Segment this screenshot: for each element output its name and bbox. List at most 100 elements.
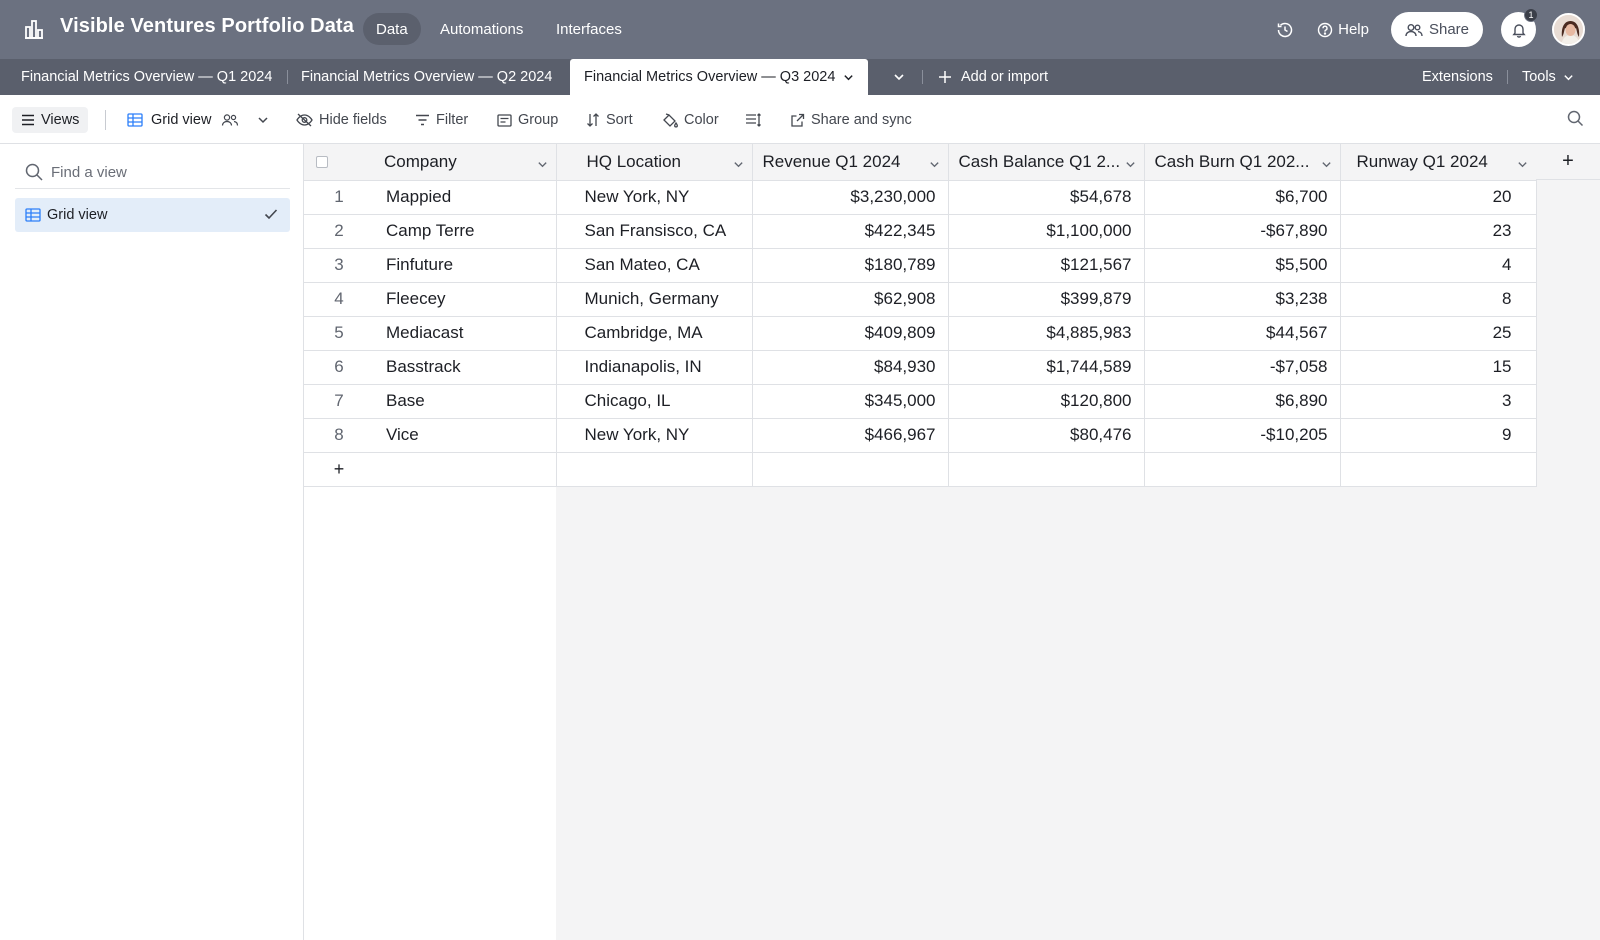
- base-title[interactable]: Visible Ventures Portfolio Data: [60, 15, 374, 38]
- cell-cash-burn[interactable]: $3,238: [1144, 282, 1341, 317]
- cell-cash-balance[interactable]: $399,879: [948, 282, 1145, 317]
- select-all-checkbox[interactable]: [316, 156, 328, 169]
- cell-hq-location[interactable]: Munich, Germany: [556, 282, 753, 317]
- table-row[interactable]: 3 Finfuture San Mateo, CA $180,789 $121,…: [304, 248, 1537, 283]
- cell-runway[interactable]: 4: [1340, 248, 1537, 283]
- chevron-down-icon[interactable]: [1321, 159, 1332, 170]
- cell-revenue[interactable]: $422,345: [752, 214, 949, 249]
- cell-company[interactable]: Finfuture: [374, 248, 557, 283]
- tab-q1-2024[interactable]: Financial Metrics Overview — Q1 2024: [21, 59, 272, 95]
- cell-cash-burn[interactable]: -$67,890: [1144, 214, 1341, 249]
- column-header-company[interactable]: Company: [374, 144, 557, 181]
- view-switcher[interactable]: Grid view: [127, 107, 275, 133]
- cell-cash-balance[interactable]: $120,800: [948, 384, 1145, 419]
- cell-hq-location[interactable]: Chicago, IL: [556, 384, 753, 419]
- cell-revenue[interactable]: $466,967: [752, 418, 949, 453]
- chevron-down-icon[interactable]: [1125, 159, 1136, 170]
- add-record-button[interactable]: +: [304, 452, 374, 487]
- search-icon[interactable]: [1567, 110, 1584, 132]
- cell-cash-balance[interactable]: $1,744,589: [948, 350, 1145, 385]
- tools-button[interactable]: Tools: [1522, 69, 1574, 85]
- cell-hq-location[interactable]: San Mateo, CA: [556, 248, 753, 283]
- chevron-down-icon[interactable]: [537, 159, 548, 170]
- hide-fields-button[interactable]: Hide fields: [296, 107, 387, 133]
- cell-cash-balance[interactable]: $54,678: [948, 180, 1145, 215]
- table-row[interactable]: 2 Camp Terre San Fransisco, CA $422,345 …: [304, 214, 1537, 249]
- cell-company[interactable]: Mediacast: [374, 316, 557, 351]
- cell-cash-burn[interactable]: $5,500: [1144, 248, 1341, 283]
- cell-revenue[interactable]: $345,000: [752, 384, 949, 419]
- cell-cash-burn[interactable]: -$7,058: [1144, 350, 1341, 385]
- table-row[interactable]: 6 Basstrack Indianapolis, IN $84,930 $1,…: [304, 350, 1537, 385]
- sidebar-view-grid[interactable]: Grid view: [15, 198, 290, 232]
- tab-q2-2024[interactable]: Financial Metrics Overview — Q2 2024: [301, 59, 552, 95]
- cell-hq-location[interactable]: New York, NY: [556, 180, 753, 215]
- help-button[interactable]: Help: [1317, 21, 1369, 38]
- cell-hq-location[interactable]: San Fransisco, CA: [556, 214, 753, 249]
- sort-button[interactable]: Sort: [586, 107, 633, 133]
- cell-runway[interactable]: 15: [1340, 350, 1537, 385]
- cell-revenue[interactable]: $62,908: [752, 282, 949, 317]
- cell-cash-balance[interactable]: $121,567: [948, 248, 1145, 283]
- extensions-button[interactable]: Extensions: [1422, 69, 1493, 85]
- cell-runway[interactable]: 23: [1340, 214, 1537, 249]
- cell-cash-burn[interactable]: $6,890: [1144, 384, 1341, 419]
- cell-cash-burn[interactable]: $6,700: [1144, 180, 1341, 215]
- column-header-cash-balance[interactable]: Cash Balance Q1 2...: [948, 144, 1145, 181]
- cell-runway[interactable]: 9: [1340, 418, 1537, 453]
- share-and-sync-button[interactable]: Share and sync: [790, 107, 912, 133]
- user-avatar[interactable]: [1552, 13, 1585, 46]
- color-button[interactable]: Color: [662, 107, 719, 133]
- history-icon[interactable]: [1271, 16, 1299, 44]
- row-height-button[interactable]: [745, 107, 768, 133]
- notifications-button[interactable]: 1: [1501, 8, 1538, 47]
- cell-runway[interactable]: 20: [1340, 180, 1537, 215]
- cell-cash-balance[interactable]: $4,885,983: [948, 316, 1145, 351]
- cell-company[interactable]: Mappied: [374, 180, 557, 215]
- table-row[interactable]: 1 Mappied New York, NY $3,230,000 $54,67…: [304, 180, 1537, 215]
- chevron-down-icon[interactable]: [929, 159, 940, 170]
- all-tables-dropdown[interactable]: [893, 59, 905, 95]
- cell-cash-burn[interactable]: -$10,205: [1144, 418, 1341, 453]
- cell-revenue[interactable]: $3,230,000: [752, 180, 949, 215]
- share-button[interactable]: Share: [1390, 12, 1483, 47]
- cell-runway[interactable]: 25: [1340, 316, 1537, 351]
- cell-revenue[interactable]: $84,930: [752, 350, 949, 385]
- cell-hq-location[interactable]: Cambridge, MA: [556, 316, 753, 351]
- cell-hq-location[interactable]: Indianapolis, IN: [556, 350, 753, 385]
- add-record-row[interactable]: +: [304, 452, 1537, 487]
- cell-revenue[interactable]: $409,809: [752, 316, 949, 351]
- add-field-button[interactable]: +: [1536, 144, 1600, 180]
- cell-runway[interactable]: 3: [1340, 384, 1537, 419]
- column-header-hq-location[interactable]: HQ Location: [556, 144, 753, 181]
- cell-cash-balance[interactable]: $80,476: [948, 418, 1145, 453]
- chevron-down-icon[interactable]: [1517, 159, 1528, 170]
- cell-hq-location[interactable]: New York, NY: [556, 418, 753, 453]
- table-row[interactable]: 7 Base Chicago, IL $345,000 $120,800 $6,…: [304, 384, 1537, 419]
- table-row[interactable]: 8 Vice New York, NY $466,967 $80,476 -$1…: [304, 418, 1537, 453]
- find-view-input[interactable]: [51, 163, 271, 181]
- cell-company[interactable]: Basstrack: [374, 350, 557, 385]
- filter-button[interactable]: Filter: [415, 107, 468, 133]
- table-row[interactable]: 5 Mediacast Cambridge, MA $409,809 $4,88…: [304, 316, 1537, 351]
- cell-company[interactable]: Camp Terre: [374, 214, 557, 249]
- table-row[interactable]: 4 Fleecey Munich, Germany $62,908 $399,8…: [304, 282, 1537, 317]
- column-header-cash-burn[interactable]: Cash Burn Q1 202...: [1144, 144, 1341, 181]
- column-header-runway[interactable]: Runway Q1 2024: [1340, 144, 1537, 181]
- base-logo-icon[interactable]: [22, 17, 46, 41]
- tab-q3-2024[interactable]: Financial Metrics Overview — Q3 2024: [570, 59, 869, 95]
- chevron-down-icon[interactable]: [733, 159, 744, 170]
- column-header-revenue[interactable]: Revenue Q1 2024: [752, 144, 949, 181]
- cell-cash-balance[interactable]: $1,100,000: [948, 214, 1145, 249]
- cell-company[interactable]: Fleecey: [374, 282, 557, 317]
- cell-company[interactable]: Vice: [374, 418, 557, 453]
- add-or-import-button[interactable]: Add or import: [938, 59, 1048, 95]
- cell-runway[interactable]: 8: [1340, 282, 1537, 317]
- views-button[interactable]: Views: [12, 107, 89, 133]
- nav-interfaces[interactable]: Interfaces: [543, 13, 635, 45]
- cell-cash-burn[interactable]: $44,567: [1144, 316, 1341, 351]
- cell-company[interactable]: Base: [374, 384, 557, 419]
- nav-data[interactable]: Data: [363, 13, 421, 45]
- chevron-down-icon[interactable]: [843, 72, 854, 83]
- group-button[interactable]: Group: [497, 107, 558, 133]
